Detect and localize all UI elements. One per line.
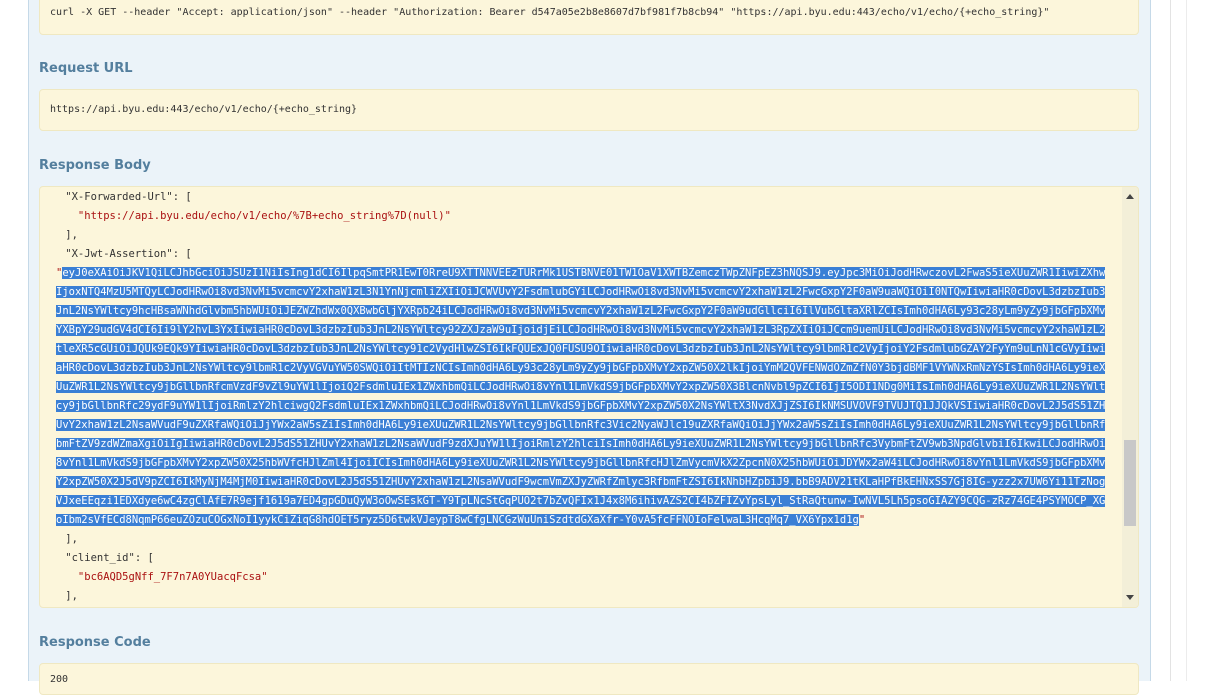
request-url-heading: Request URL	[39, 61, 133, 76]
scroll-down-icon[interactable]	[1126, 595, 1134, 600]
scrollbar-thumb[interactable]	[1124, 440, 1136, 526]
code-line: ],	[40, 229, 78, 241]
response-body-box[interactable]: "X-Forwarded-Url": [ "https://api.byu.ed…	[39, 186, 1139, 608]
jwt-assertion-value[interactable]: "eyJ0eXAiOiJKV1QiLCJhbGciOiJSUzI1NiIsIng…	[56, 264, 1110, 530]
curl-command-text: curl -X GET --header "Accept: applicatio…	[50, 7, 1050, 18]
request-url-box: https://api.byu.edu:443/echo/v1/echo/{+e…	[39, 89, 1139, 131]
divider	[1186, 0, 1187, 681]
code-line: "bc6AQD5gNff_7F7n7A0YUacqFcsa"	[40, 571, 268, 583]
response-code-value: 200	[50, 674, 69, 685]
response-body-code: "X-Forwarded-Url": [ "https://api.byu.ed…	[40, 187, 1122, 607]
jwt-close-quote: "	[858, 514, 866, 526]
request-url-text: https://api.byu.edu:443/echo/v1/echo/{+e…	[50, 104, 358, 115]
code-line: ],	[40, 590, 78, 602]
scroll-up-icon[interactable]	[1126, 194, 1134, 199]
response-code-box: 200	[39, 663, 1139, 695]
code-line: "https://api.byu.edu/echo/v1/echo/%7B+ec…	[40, 210, 451, 222]
code-line: "X-Forwarded-Url": [	[40, 191, 192, 203]
divider	[1170, 0, 1171, 681]
code-line: "client_id": [	[40, 552, 154, 564]
code-line: "X-Jwt-Assertion": [	[40, 248, 192, 260]
response-body-heading: Response Body	[39, 158, 151, 173]
response-body-scrollbar[interactable]	[1122, 187, 1138, 607]
code-line: ],	[40, 533, 78, 545]
selected-jwt-text[interactable]: eyJ0eXAiOiJKV1QiLCJhbGciOiJSUzI1NiIsIng1…	[56, 267, 1106, 526]
response-code-heading: Response Code	[39, 635, 151, 650]
curl-command-box: curl -X GET --header "Accept: applicatio…	[39, 0, 1139, 35]
